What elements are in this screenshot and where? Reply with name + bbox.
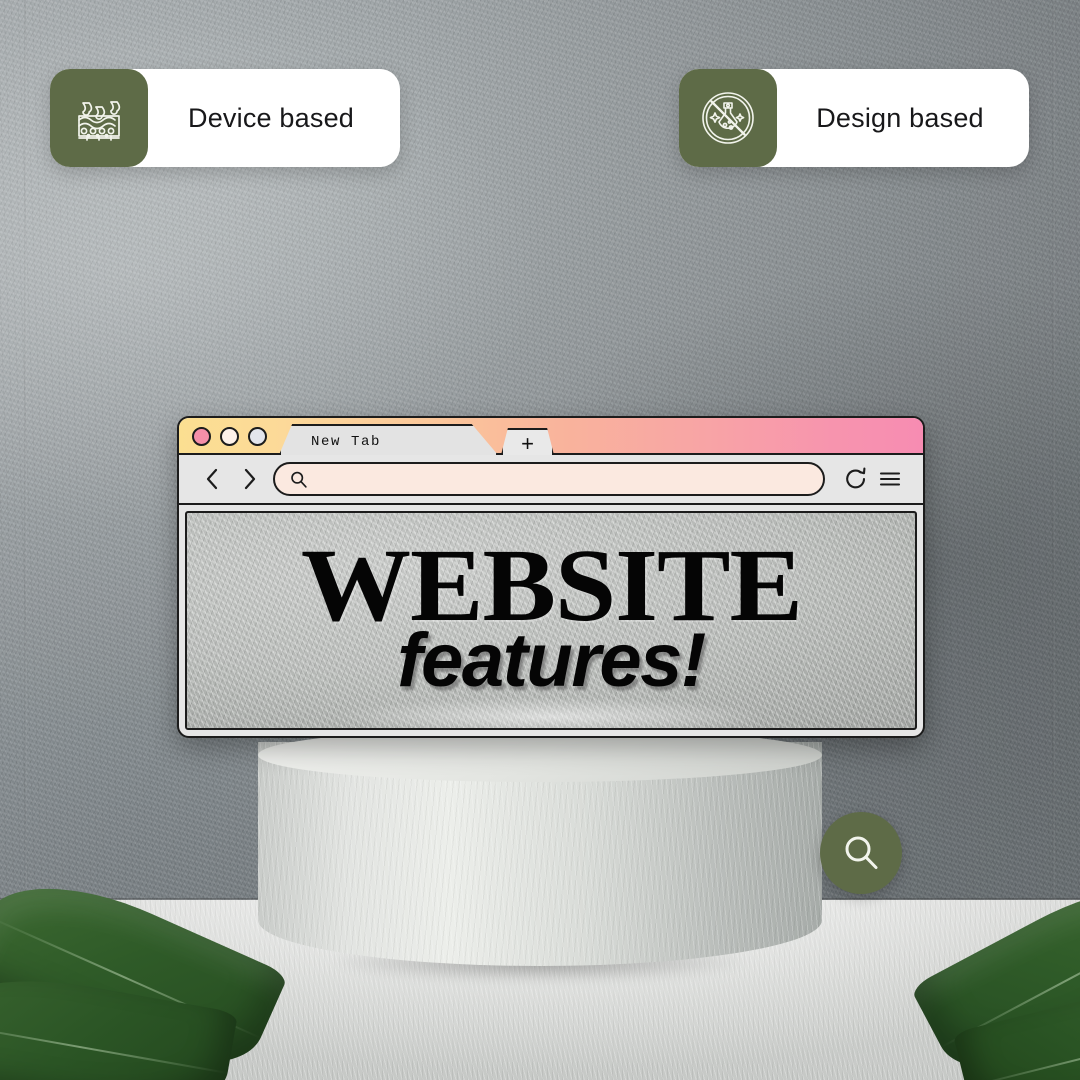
badge-device-based-label: Device based: [188, 102, 354, 133]
search-icon: [845, 836, 878, 869]
badge-design-based[interactable]: Design based: [679, 69, 1029, 167]
chevron-right-icon: [244, 468, 256, 490]
browser-titlebar: New Tab +: [179, 418, 923, 455]
close-light-icon[interactable]: [192, 427, 211, 446]
concrete-podium: [248, 728, 832, 990]
hamburger-menu-icon: [879, 472, 901, 486]
no-chemicals-bottle-icon: [679, 69, 777, 167]
browser-tab-new-tab[interactable]: New Tab: [279, 424, 498, 455]
browser-window-mockup: New Tab + WEBSITE features!: [177, 416, 925, 738]
wall-seam: [24, 0, 27, 902]
search-icon: [291, 471, 307, 488]
maximize-light-icon[interactable]: [248, 427, 267, 446]
badge-design-based-label: Design based: [816, 102, 984, 133]
forward-button[interactable]: [231, 461, 267, 497]
browser-content-area: WEBSITE features!: [185, 511, 917, 730]
no-chemicals-bottle-glyph: [702, 92, 754, 144]
leaf-vein: [965, 1023, 1080, 1080]
search-fab-button[interactable]: [820, 812, 902, 894]
badge-device-based[interactable]: Device based: [50, 69, 400, 167]
back-button[interactable]: [195, 461, 231, 497]
plus-icon: +: [521, 430, 534, 456]
skin-layers-droplets-glyph: [78, 101, 121, 141]
browser-toolbar: [179, 455, 923, 505]
reload-icon: [846, 467, 866, 489]
reload-button[interactable]: [839, 462, 873, 496]
url-search-input[interactable]: [273, 462, 825, 496]
window-controls: [192, 427, 267, 446]
minimize-light-icon[interactable]: [220, 427, 239, 446]
menu-button[interactable]: [873, 462, 907, 496]
skin-layers-droplets-icon: [50, 69, 148, 167]
leaf-vein: [0, 1019, 228, 1075]
chevron-left-icon: [206, 468, 218, 490]
headline-secondary: features!: [397, 618, 706, 704]
wall-seam: [1052, 0, 1055, 902]
new-tab-button[interactable]: +: [501, 428, 554, 455]
browser-tab-label: New Tab: [311, 434, 382, 450]
